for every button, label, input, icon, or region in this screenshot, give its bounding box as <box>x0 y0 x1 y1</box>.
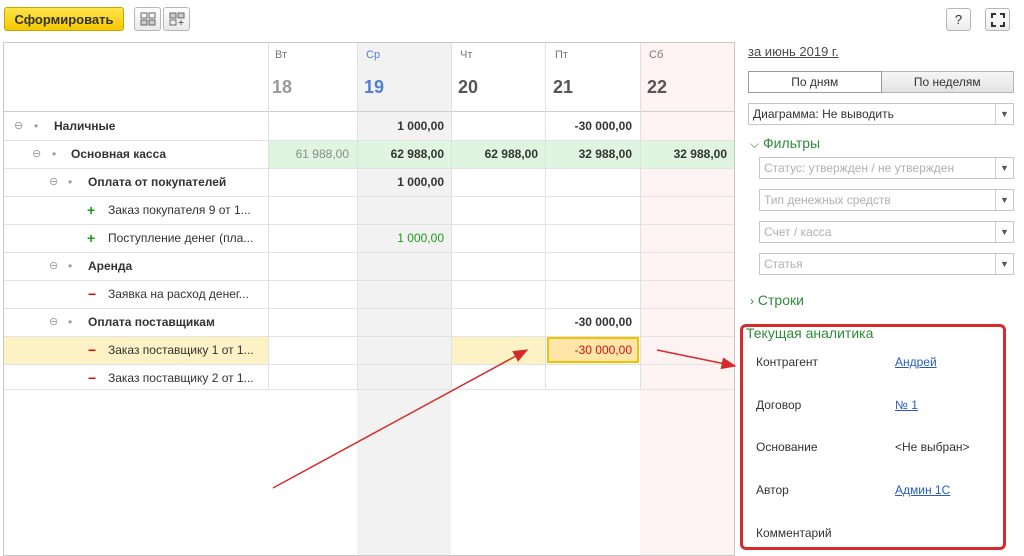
col-day: 22 <box>647 77 668 97</box>
report-grid: Вт Ср Чт Пт Сб 18 19 20 21 22 ⊖ • Наличн… <box>3 42 735 556</box>
collapse-icon[interactable]: ⊖ <box>49 168 58 196</box>
tab-by-days[interactable]: По дням <box>748 71 882 93</box>
collapse-groups-icon[interactable] <box>134 7 161 31</box>
chevron-right-icon: › <box>750 294 754 308</box>
diagram-select[interactable]: Диаграмма: Не выводить ▼ <box>748 103 1014 125</box>
field-label: Договор <box>756 398 802 412</box>
bullet-icon: • <box>34 119 39 133</box>
article-filter[interactable]: Статья ▼ <box>759 253 1014 275</box>
help-button[interactable]: ? <box>946 8 971 31</box>
dropdown-arrow-icon: ▼ <box>995 190 1013 210</box>
table-row[interactable]: + Поступление денег (пла... 1 000,00 <box>4 224 734 252</box>
col-weekday: Чт <box>460 49 473 61</box>
collapse-icon[interactable]: ⊖ <box>32 140 41 168</box>
col-weekday: Пт <box>555 49 568 61</box>
col-weekday: Ср <box>366 49 381 61</box>
field-label: Автор <box>756 483 789 497</box>
col-day: 20 <box>458 77 479 97</box>
table-row[interactable]: ⊖ • Оплата от покупателей 1 000,00 <box>4 168 734 196</box>
counterparty-link[interactable]: Андрей <box>895 355 937 369</box>
bullet-icon: • <box>52 147 57 161</box>
table-row[interactable]: ⊖ • Основная касса 61 988,00 62 988,00 6… <box>4 140 734 168</box>
view-switch: По дням По неделям <box>748 71 1014 93</box>
col-weekday: Вт <box>275 49 288 61</box>
settings-panel: за июнь 2019 г. По дням По неделям Диагр… <box>740 38 1024 556</box>
col-day: 18 <box>272 77 293 97</box>
col-weekday: Сб <box>649 49 664 61</box>
table-row-selected[interactable]: − Заказ поставщику 1 от 1... -30 000,00 <box>4 336 734 364</box>
author-link[interactable]: Админ 1С <box>895 483 950 497</box>
generate-button[interactable]: Сформировать <box>4 7 124 31</box>
col-day: 21 <box>553 77 574 97</box>
basis-value[interactable]: <Не выбран> <box>895 440 970 454</box>
table-row[interactable]: ⊖ • Оплата поставщикам -30 000,00 <box>4 308 734 336</box>
field-label: Основание <box>756 440 818 454</box>
bullet-icon: • <box>68 175 73 189</box>
table-row[interactable]: + Заказ покупателя 9 от 1... <box>4 196 734 224</box>
plus-icon: + <box>87 230 96 246</box>
field-label: Контрагент <box>756 355 819 369</box>
col-day: 19 <box>364 77 385 97</box>
table-row[interactable]: ⊖ • Наличные 1 000,00 -30 000,00 <box>4 112 734 140</box>
filters-section[interactable]: ⌵ Фильтры <box>750 135 820 152</box>
contract-link[interactable]: № 1 <box>895 398 918 412</box>
account-filter[interactable]: Счет / касса ▼ <box>759 221 1014 243</box>
dropdown-arrow-icon: ▼ <box>995 254 1013 274</box>
money-type-filter[interactable]: Тип денежных средств ▼ <box>759 189 1014 211</box>
dropdown-arrow-icon: ▼ <box>995 158 1013 178</box>
expand-groups-icon[interactable] <box>163 7 190 31</box>
dropdown-arrow-icon: ▼ <box>995 104 1013 124</box>
table-row[interactable]: ⊖ • Аренда <box>4 252 734 280</box>
minus-icon: − <box>88 286 97 302</box>
collapse-icon[interactable]: ⊖ <box>14 112 23 140</box>
fullscreen-button[interactable] <box>985 8 1010 31</box>
minus-icon: − <box>88 370 97 386</box>
status-filter[interactable]: Статус: утвержден / не утвержден ▼ <box>759 157 1014 179</box>
collapse-icon[interactable]: ⊖ <box>49 308 58 336</box>
toolbar: Сформировать ? <box>0 0 1024 38</box>
chevron-down-icon: ⌵ <box>750 137 760 151</box>
bullet-icon: • <box>68 259 73 273</box>
fullscreen-icon <box>990 12 1005 27</box>
table-row[interactable]: − Заказ поставщику 2 от 1... <box>4 364 734 392</box>
field-label: Комментарий <box>756 526 832 540</box>
tab-by-weeks[interactable]: По неделям <box>881 71 1014 93</box>
analytics-title: Текущая аналитика <box>746 325 874 341</box>
collapse-icon[interactable]: ⊖ <box>49 252 58 280</box>
rows-section[interactable]: › Строки <box>750 292 804 308</box>
bullet-icon: • <box>68 315 73 329</box>
table-row[interactable]: − Заявка на расход денег... <box>4 280 734 308</box>
period-link[interactable]: за июнь 2019 г. <box>748 44 839 59</box>
minus-icon: − <box>88 342 97 358</box>
plus-icon: + <box>87 202 96 218</box>
dropdown-arrow-icon: ▼ <box>995 222 1013 242</box>
